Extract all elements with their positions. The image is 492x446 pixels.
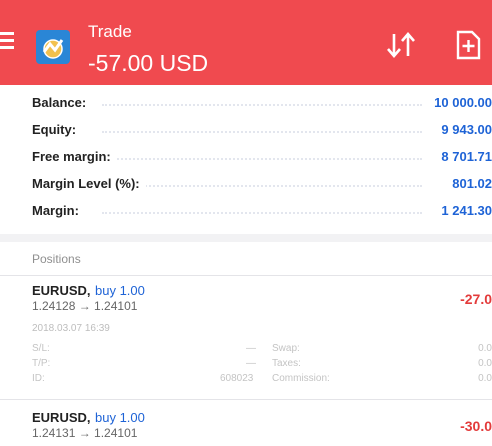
section-divider (0, 234, 492, 242)
margin-row: Margin: 1 241.30 (32, 200, 492, 222)
margin-label: Margin: (32, 203, 85, 218)
margin-level-value: 801.02 (446, 176, 492, 191)
id-label: ID: (32, 373, 45, 384)
position-row[interactable]: EURUSD, buy 1.00 1.24128 → 1.24101 -27.0… (32, 283, 492, 389)
equity-label: Equity: (32, 122, 83, 137)
swap-label: Swap: (272, 343, 300, 354)
position-profit: -30.0 (460, 418, 492, 434)
total-profit: -57.00 USD (88, 50, 209, 76)
balance-row: Balance: 10 000.00 (32, 92, 492, 114)
position-symbol: EURUSD, (32, 283, 91, 298)
position-prices: 1.24131 → 1.24101 (32, 426, 138, 440)
commission-value: 0.0 (478, 373, 492, 384)
commission-label: Commission: (272, 373, 330, 384)
position-prices: 1.24128 → 1.24101 (32, 299, 138, 313)
equity-value: 9 943.00 (435, 122, 492, 137)
page-title: Trade (88, 22, 132, 41)
position-row[interactable]: EURUSD, buy 1.00 1.24131 → 1.24101 -30.0 (32, 410, 492, 444)
free-margin-label: Free margin: (32, 149, 117, 164)
margin-value: 1 241.30 (435, 203, 492, 218)
swap-value: 0.0 (478, 343, 492, 354)
free-margin-value: 8 701.71 (435, 149, 492, 164)
margin-level-row: Margin Level (%): 801.02 (32, 173, 492, 195)
position-side: buy 1.00 (95, 410, 145, 425)
balance-label: Balance: (32, 95, 93, 110)
dotted-leader (102, 104, 422, 106)
dotted-leader (102, 212, 422, 214)
position-symbol: EURUSD, (32, 410, 91, 425)
free-margin-row: Free margin: 8 701.71 (32, 146, 492, 168)
divider (0, 275, 492, 276)
margin-level-label: Margin Level (%): (32, 176, 146, 191)
position-side: buy 1.00 (95, 283, 145, 298)
dotted-leader (102, 158, 422, 160)
taxes-value: 0.0 (478, 358, 492, 369)
tp-label: T/P: (32, 358, 51, 369)
equity-row: Equity: 9 943.00 (32, 119, 492, 141)
divider (0, 399, 492, 400)
taxes-label: Taxes: (272, 358, 301, 369)
new-order-icon[interactable] (453, 29, 483, 61)
sl-value: — (246, 343, 256, 354)
position-profit: -27.0 (460, 291, 492, 307)
menu-icon[interactable] (0, 30, 18, 52)
id-value: 608023 (220, 373, 254, 384)
positions-header: Positions (32, 252, 81, 266)
sl-label: S/L: (32, 343, 50, 354)
dotted-leader (102, 185, 422, 187)
balance-value: 10 000.00 (428, 95, 492, 110)
top-bar: Trade -57.00 USD (0, 0, 492, 85)
tp-value: — (246, 358, 256, 369)
sort-icon[interactable] (384, 28, 418, 62)
app-logo-icon (36, 30, 70, 64)
dotted-leader (102, 131, 422, 133)
position-time: 2018.03.07 16:39 (32, 323, 110, 334)
